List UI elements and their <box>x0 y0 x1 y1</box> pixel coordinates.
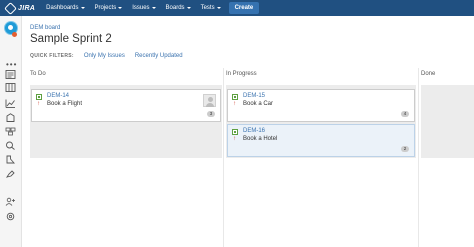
project-sidebar: ••• <box>0 16 22 247</box>
nav-issues-label: Issues <box>132 5 150 11</box>
main-nav: Dashboards Projects Issues Boards Tests … <box>41 0 260 16</box>
story-icon <box>36 94 42 100</box>
nav-tests[interactable]: Tests <box>196 5 226 11</box>
issue-key[interactable]: DEM-16 <box>243 128 265 134</box>
quick-filters-label: QUICK FILTERS: <box>30 53 74 59</box>
nav-tests-label: Tests <box>200 5 215 11</box>
add-item-icon[interactable] <box>5 169 16 178</box>
priority-up-icon: ↑ <box>233 136 236 142</box>
estimate-badge: 4 <box>401 111 409 117</box>
nav-projects-label: Projects <box>94 5 117 11</box>
nav-boards[interactable]: Boards <box>161 5 196 11</box>
jira-logo-icon <box>4 1 17 15</box>
column-divider <box>418 68 419 247</box>
releases-icon[interactable] <box>5 113 16 122</box>
issue-key[interactable]: DEM-14 <box>47 93 69 99</box>
issue-key[interactable]: DEM-15 <box>243 93 265 99</box>
column-header-in-progress: In Progress <box>226 71 257 77</box>
backlog-icon[interactable] <box>5 70 16 79</box>
issue-card[interactable]: DEM-15 ↑ Book a Car 4 <box>227 89 415 122</box>
board-icon[interactable] <box>5 83 16 92</box>
issue-card[interactable]: DEM-14 ↑ Book a Flight 3 <box>31 89 221 122</box>
jira-logo[interactable]: JIRA <box>4 1 36 15</box>
nav-issues[interactable]: Issues <box>127 5 160 11</box>
reports-icon[interactable] <box>5 99 16 108</box>
more-icon[interactable]: ••• <box>6 60 17 69</box>
jira-logo-text: JIRA <box>18 4 36 12</box>
settings-icon[interactable] <box>5 212 16 221</box>
priority-up-icon: ↑ <box>37 101 40 107</box>
chevron-down-icon <box>186 7 191 9</box>
nav-dashboards-label: Dashboards <box>46 5 79 11</box>
nav-boards-label: Boards <box>165 5 185 11</box>
quick-filters: QUICK FILTERS: Only My Issues Recently U… <box>30 53 193 59</box>
nav-projects[interactable]: Projects <box>90 5 128 11</box>
story-icon <box>232 129 238 135</box>
chevron-down-icon <box>118 7 123 9</box>
chevron-down-icon <box>80 7 85 9</box>
column-done <box>421 85 474 158</box>
column-header-done: Done <box>421 71 436 77</box>
chevron-down-icon <box>216 7 221 9</box>
issue-summary: Book a Flight <box>47 101 83 107</box>
chevron-down-icon <box>151 7 156 9</box>
page-title: Sample Sprint 2 <box>30 33 112 45</box>
column-header-todo: To Do <box>30 71 46 77</box>
filter-only-my-issues[interactable]: Only My Issues <box>84 53 125 59</box>
issue-summary: Book a Hotel <box>243 136 278 142</box>
issue-card[interactable]: DEM-16 ↑ Book a Hotel 2 <box>227 124 415 157</box>
issue-summary: Book a Car <box>243 101 274 107</box>
estimate-badge: 2 <box>401 146 409 152</box>
priority-up-icon: ↑ <box>233 101 236 107</box>
nav-dashboards[interactable]: Dashboards <box>41 5 89 11</box>
estimate-badge: 3 <box>207 111 215 117</box>
issues-icon[interactable] <box>5 141 16 150</box>
project-avatar-dot <box>8 25 13 30</box>
column-divider <box>223 68 224 247</box>
notification-badge <box>12 32 17 37</box>
add-person-icon[interactable] <box>5 197 16 206</box>
filter-recently-updated[interactable]: Recently Updated <box>135 53 183 59</box>
components-icon[interactable] <box>5 127 16 136</box>
breadcrumb[interactable]: DEM board <box>30 25 60 31</box>
story-icon <box>232 94 238 100</box>
tests-icon[interactable] <box>5 155 16 164</box>
avatar <box>203 94 216 107</box>
create-button[interactable]: Create <box>228 2 260 14</box>
top-navigation-bar: JIRA Dashboards Projects Issues Boards T… <box>0 0 474 16</box>
